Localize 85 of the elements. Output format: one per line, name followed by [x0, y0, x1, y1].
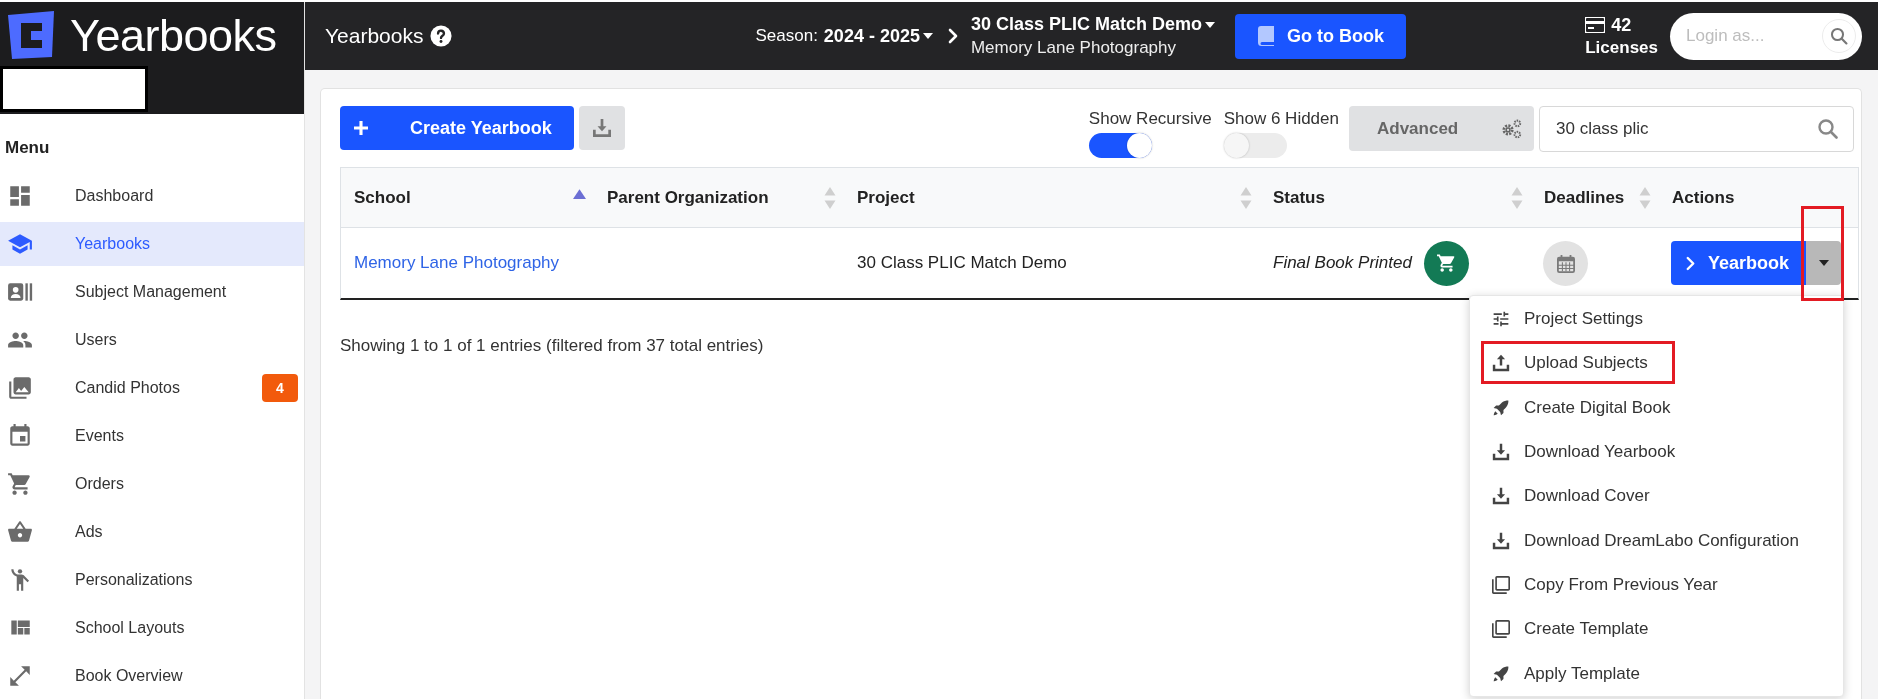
cart-icon — [1436, 253, 1456, 273]
sliders-icon — [1492, 310, 1510, 329]
gears-icon — [1502, 118, 1522, 139]
entries-info: Showing 1 to 1 of 1 entries (filtered from 37 total entries) — [340, 336, 764, 356]
download-icon — [1492, 487, 1510, 506]
menu-item[interactable]: Create Template — [1470, 607, 1843, 652]
copy-icon — [1492, 620, 1510, 639]
upload-icon — [1492, 354, 1510, 373]
sidebar-item[interactable]: Users — [0, 318, 304, 362]
cart-icon — [7, 471, 33, 497]
sidebar-item[interactable]: Subject Management — [0, 270, 304, 314]
go-to-book-button[interactable]: Go to Book — [1235, 13, 1407, 59]
download-button[interactable] — [579, 106, 625, 150]
yearbook-button[interactable]: Yearbook — [1671, 241, 1806, 285]
sidebar-item[interactable]: Ads — [0, 510, 304, 554]
search-icon — [1818, 119, 1838, 139]
menu-item[interactable]: Download Cover — [1470, 474, 1843, 519]
credit-card-icon — [1585, 17, 1606, 33]
dashboard-icon — [7, 183, 33, 209]
count-badge: 4 — [262, 374, 298, 402]
column-header[interactable]: Project — [844, 168, 1260, 228]
toggle-label: Show 6 Hidden — [1223, 109, 1339, 129]
download-icon — [593, 119, 611, 137]
sidebar-item[interactable]: Book Overview — [0, 654, 304, 698]
sidebar-item[interactable]: Events — [0, 414, 304, 458]
dropdown-toggle-button[interactable] — [1806, 241, 1841, 285]
school-link[interactable]: Memory Lane Photography — [354, 253, 560, 273]
logo-icon — [5, 9, 57, 61]
season-label: Season: — [755, 26, 818, 46]
column-header[interactable]: Deadlines — [1531, 168, 1659, 228]
expand-arrows-icon — [7, 663, 33, 689]
create-yearbook-button[interactable]: Create Yearbook — [340, 106, 574, 150]
sidebar-item[interactable]: Dashboard — [0, 174, 304, 218]
plus-icon — [354, 121, 368, 135]
cart-button[interactable] — [1423, 240, 1469, 286]
toggle-switch[interactable] — [1223, 133, 1287, 158]
calendar-icon — [1556, 253, 1575, 273]
project-name: 30 Class PLIC Match Demo — [857, 253, 1067, 273]
brand-name: Yearbooks — [70, 12, 277, 58]
school-name: Memory Lane Photography — [970, 38, 1176, 58]
sidebar-item[interactable]: Yearbooks — [0, 222, 304, 266]
photos-icon — [7, 375, 33, 401]
season-selector[interactable]: 2024 - 2025 — [823, 25, 933, 47]
rocket-icon — [1492, 398, 1510, 417]
toggle-switch[interactable] — [1088, 133, 1152, 158]
toggle-label: Show Recursive — [1088, 109, 1212, 129]
caret-icon — [922, 33, 933, 39]
basket-icon — [7, 519, 33, 545]
licenses-label: Licenses — [1585, 37, 1658, 58]
caret-icon — [1818, 260, 1829, 266]
copy-icon — [1492, 575, 1510, 594]
advanced-button[interactable]: Advanced — [1349, 106, 1534, 151]
book-icon — [1257, 26, 1276, 46]
column-header[interactable]: School — [341, 168, 594, 228]
sidebar-item[interactable]: Personalizations — [0, 558, 304, 602]
sidebar-item[interactable]: School Layouts — [0, 606, 304, 650]
login-field[interactable]: Login as... — [1670, 12, 1862, 60]
rocket-icon — [1492, 664, 1510, 683]
menu-item[interactable]: Upload Subjects — [1470, 341, 1843, 386]
calendar-icon — [7, 423, 33, 449]
menu-item[interactable]: Download DreamLabo Configuration — [1470, 518, 1843, 563]
sidebar-item[interactable]: Candid Photos 4 — [0, 366, 304, 410]
page-title: Yearbooks — [325, 24, 424, 48]
menu-item[interactable]: Copy From Previous Year — [1470, 562, 1843, 608]
menu-heading: Menu — [5, 138, 50, 158]
menu-item[interactable]: Download Yearbook — [1470, 429, 1843, 475]
column-header[interactable]: Parent Organization — [594, 168, 844, 228]
download-icon — [1492, 443, 1510, 462]
menu-item[interactable]: Project Settings — [1470, 297, 1843, 342]
download-icon — [1492, 531, 1510, 550]
sidebar-item[interactable]: Orders — [0, 462, 304, 506]
license-count: 42 — [1611, 14, 1632, 36]
caret-icon — [1205, 21, 1216, 28]
column-header[interactable]: Status — [1260, 168, 1531, 228]
chevron-icon — [946, 28, 959, 44]
status-text: Final Book Printed — [1273, 253, 1412, 273]
calendar-button[interactable] — [1543, 240, 1588, 286]
menu-item[interactable]: Apply Template — [1470, 651, 1843, 696]
menu-item[interactable]: Create Digital Book — [1470, 385, 1843, 430]
help-icon — [430, 25, 453, 47]
chevron-icon — [1685, 255, 1696, 271]
search-icon — [1822, 19, 1856, 53]
project-selector[interactable]: 30 Class PLIC Match Demo — [970, 14, 1216, 35]
column-header: Actions — [1659, 168, 1858, 228]
search-field[interactable]: 30 class plic — [1539, 106, 1854, 152]
